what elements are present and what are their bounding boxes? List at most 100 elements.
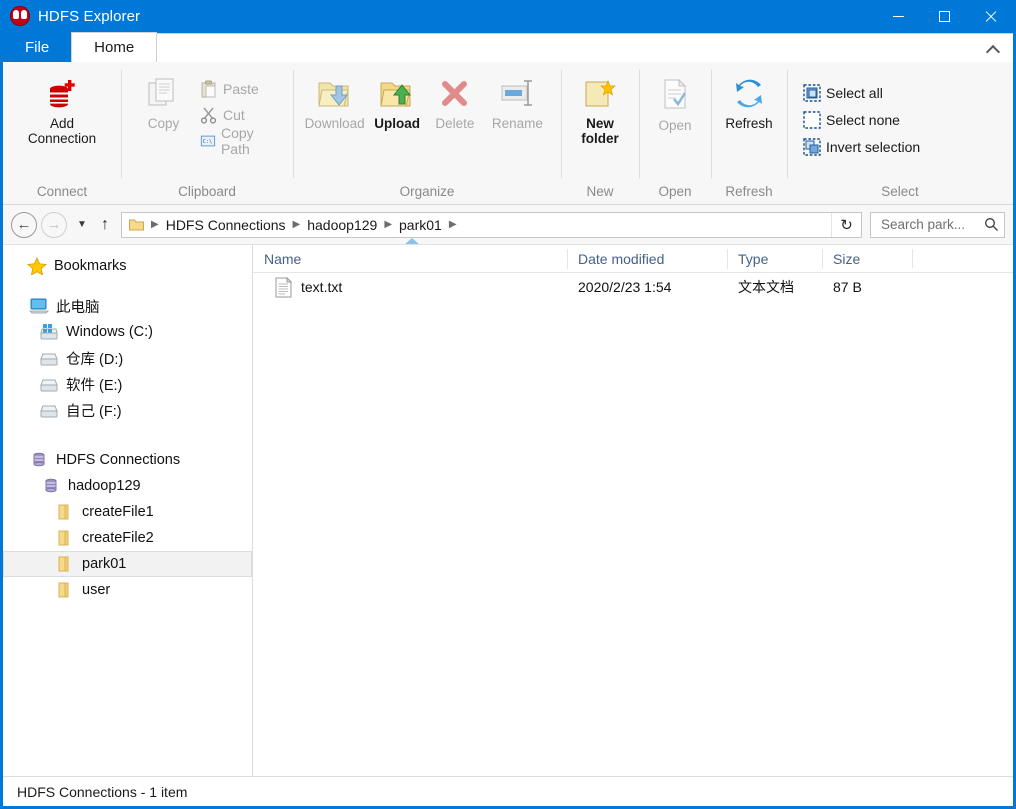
database-plus-icon — [50, 80, 75, 108]
breadcrumb-item-1[interactable]: hadoop129 — [303, 217, 381, 233]
sidebar-label-createfile1: createFile1 — [82, 504, 154, 520]
search-icon[interactable] — [984, 217, 999, 232]
breadcrumb-item-0[interactable]: HDFS Connections — [162, 217, 290, 233]
tab-file[interactable]: File — [3, 32, 72, 62]
sidebar-label-user: user — [82, 582, 111, 598]
paste-icon — [201, 80, 216, 98]
file-name-label: text.txt — [301, 279, 343, 295]
sidebar-item-hdfs-connections[interactable]: HDFS Connections — [3, 447, 252, 473]
sidebar-item-hadoop129[interactable]: hadoop129 — [3, 473, 252, 499]
paste-button[interactable]: Paste — [196, 76, 283, 102]
delete-label: Delete — [435, 116, 475, 131]
main-body: Bookmarks 此电脑 Windows (C:) 仓库 (D:) 软件 (E… — [3, 238, 1013, 776]
sidebar-item-bookmarks[interactable]: Bookmarks — [3, 253, 252, 279]
open-button[interactable]: Open — [649, 71, 701, 133]
forward-arrow-icon: → — [46, 216, 62, 233]
sidebar-item-drive-d[interactable]: 仓库 (D:) — [3, 345, 252, 371]
search-input[interactable] — [879, 216, 984, 233]
close-icon — [984, 10, 997, 23]
select-none-button[interactable]: Select none — [799, 106, 924, 133]
maximize-button[interactable] — [921, 0, 967, 32]
copy-path-button[interactable]: C:\ Copy Path — [196, 125, 283, 157]
folder-download-icon — [317, 82, 349, 107]
column-header-date-modified[interactable]: Date modified — [567, 245, 727, 273]
sidebar-item-park01[interactable]: park01 — [3, 551, 252, 577]
select-small-buttons: Select all Select none Invert selection — [799, 71, 924, 160]
svg-text:C:\: C:\ — [203, 139, 213, 145]
sidebar-label-createfile2: createFile2 — [82, 530, 154, 546]
column-header-type[interactable]: Type — [727, 245, 822, 273]
refresh-button[interactable]: Refresh — [721, 71, 777, 131]
file-type-cell: 文本文档 — [738, 279, 794, 295]
chevron-up-icon[interactable] — [988, 43, 999, 54]
new-folder-button[interactable]: New folder — [571, 71, 629, 146]
file-name-cell[interactable]: text.txt — [253, 273, 567, 301]
download-button[interactable]: Download — [301, 71, 368, 131]
app-logo-icon — [10, 6, 30, 26]
tab-home[interactable]: Home — [71, 32, 158, 62]
sidebar-item-drive-c[interactable]: Windows (C:) — [3, 319, 252, 345]
ribbon-tab-strip: File Home — [3, 32, 1013, 62]
address-bar: ← → ▼ ↑ ▶ HDFS Connections ▶ hadoop129 ▶… — [3, 205, 1013, 245]
add-connection-button[interactable]: Add Connection — [13, 71, 111, 146]
sidebar-label-hadoop129: hadoop129 — [68, 478, 141, 494]
back-button[interactable]: ← — [11, 211, 37, 238]
address-refresh-button[interactable]: ↻ — [831, 212, 861, 237]
drive-icon — [40, 405, 58, 418]
maximize-icon — [938, 10, 950, 22]
sidebar-item-user[interactable]: user — [3, 577, 252, 603]
select-none-icon — [803, 110, 821, 129]
text-file-icon — [275, 276, 292, 297]
ribbon-group-label-organize: Organize — [399, 184, 455, 199]
forward-button[interactable]: → — [41, 211, 67, 238]
table-row[interactable]: text.txt 2020/2/23 1:54 文本文档 87 B — [253, 273, 1013, 301]
invert-selection-button[interactable]: Invert selection — [799, 133, 924, 160]
ribbon-group-open: Open Open — [639, 62, 711, 204]
open-document-icon — [664, 78, 687, 109]
sidebar-label-hdfs-connections: HDFS Connections — [56, 452, 181, 468]
ribbon-group-label-clipboard: Clipboard — [178, 184, 236, 199]
new-folder-icon — [585, 80, 616, 107]
status-bar: HDFS Connections - 1 item — [3, 776, 1013, 806]
column-divider[interactable] — [912, 249, 913, 268]
recent-locations-button[interactable]: ▼ — [71, 212, 93, 238]
sidebar-item-this-pc[interactable]: 此电脑 — [3, 293, 252, 319]
star-icon — [27, 257, 47, 275]
sidebar-item-createfile2[interactable]: createFile2 — [3, 525, 252, 551]
close-button[interactable] — [967, 0, 1013, 32]
file-size-cell: 87 B — [833, 279, 862, 295]
ribbon-group-label-new: New — [586, 184, 614, 199]
sidebar-item-drive-e[interactable]: 软件 (E:) — [3, 371, 252, 397]
copy-button[interactable]: Copy — [131, 71, 196, 131]
select-all-icon — [803, 83, 821, 102]
ribbon-group-label-connect: Connect — [36, 184, 88, 199]
select-all-button[interactable]: Select all — [799, 79, 924, 106]
column-header-size[interactable]: Size — [822, 245, 912, 273]
sidebar-item-drive-f[interactable]: 自己 (F:) — [3, 397, 252, 423]
paste-label: Paste — [223, 81, 259, 97]
tab-strip-filler — [157, 33, 1013, 62]
status-text: HDFS Connections - 1 item — [17, 783, 188, 800]
cut-label: Cut — [223, 107, 245, 123]
breadcrumb-separator: ▶ — [292, 219, 301, 230]
upload-button[interactable]: Upload — [368, 71, 426, 131]
rename-button[interactable]: Rename — [484, 71, 551, 131]
sidebar-item-createfile1[interactable]: createFile1 — [3, 499, 252, 525]
file-date-modified-cell: 2020/2/23 1:54 — [578, 279, 672, 295]
breadcrumb-item-2[interactable]: park01 — [395, 217, 446, 233]
up-button[interactable]: ↑ — [93, 212, 117, 238]
open-label: Open — [658, 118, 692, 133]
ribbon-group-new: New folder New — [561, 62, 639, 204]
search-box[interactable] — [870, 211, 1005, 238]
copy-icon — [148, 78, 173, 106]
breadcrumb-bar[interactable]: ▶ HDFS Connections ▶ hadoop129 ▶ park01 … — [121, 211, 862, 238]
copy-path-icon: C:\ — [200, 135, 216, 147]
refresh-arrows-icon — [736, 79, 762, 108]
ribbon-group-connect: Add Connection Connect — [3, 62, 121, 204]
breadcrumb-separator: ▶ — [384, 219, 393, 230]
ribbon-group-label-refresh: Refresh — [725, 184, 773, 199]
minimize-button[interactable] — [875, 0, 921, 32]
delete-button[interactable]: Delete — [426, 71, 484, 131]
column-header-name[interactable]: Name — [253, 245, 567, 273]
